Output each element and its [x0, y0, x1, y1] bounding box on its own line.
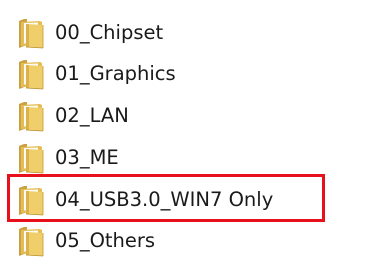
folder-label: 01_Graphics: [55, 62, 176, 86]
folder-label: 03_ME: [55, 146, 119, 170]
folder-icon: [18, 101, 44, 132]
folder-icon: [18, 18, 44, 49]
folder-label: 02_LAN: [55, 104, 129, 128]
folder-icon: [18, 59, 44, 90]
folder-item-02-lan[interactable]: 02_LAN: [18, 99, 328, 133]
folder-item-01-graphics[interactable]: 01_Graphics: [18, 57, 328, 91]
highlight-box: [7, 174, 325, 222]
folder-item-03-me[interactable]: 03_ME: [18, 141, 328, 175]
folder-item-05-others[interactable]: 05_Others: [18, 224, 328, 258]
folder-item-00-chipset[interactable]: 00_Chipset: [18, 16, 328, 50]
folder-list: 00_Chipset 01_Graphics 02_LAN 03_ME 04_U…: [0, 0, 381, 266]
folder-icon: [18, 143, 44, 174]
folder-label: 00_Chipset: [55, 21, 164, 45]
folder-icon: [18, 226, 44, 257]
folder-label: 05_Others: [55, 229, 156, 253]
